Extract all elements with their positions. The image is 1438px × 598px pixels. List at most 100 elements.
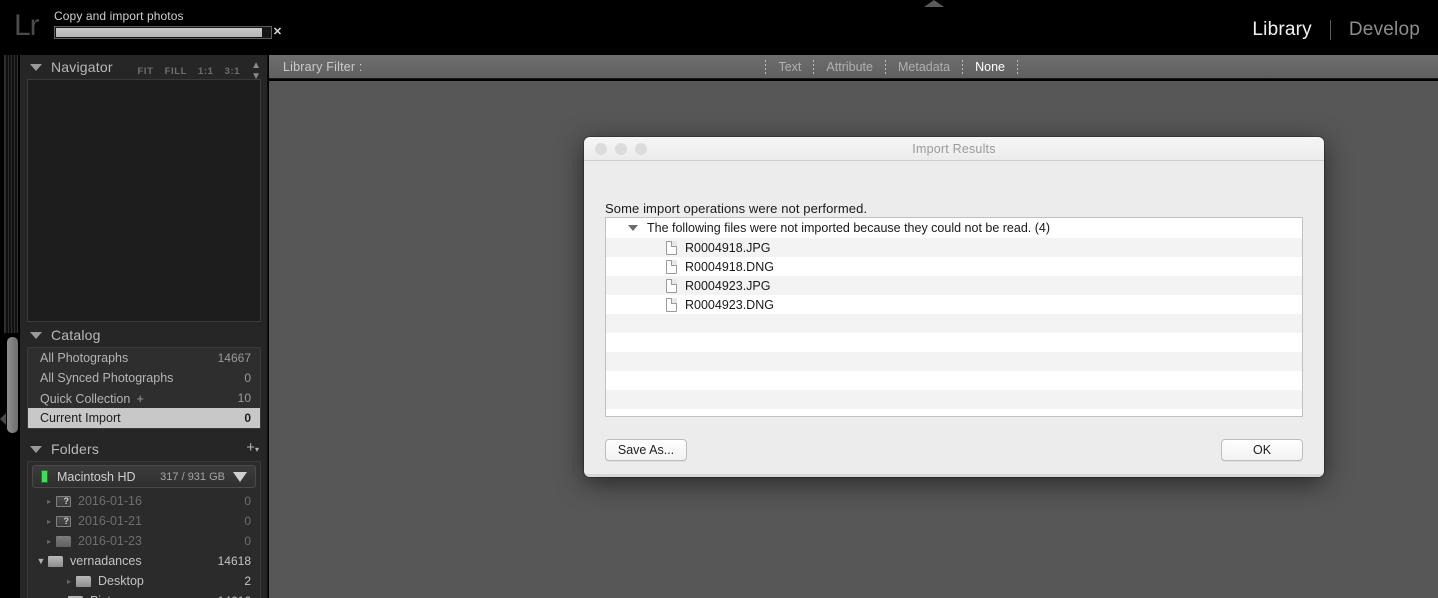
module-picker: Library Develop	[1234, 14, 1438, 46]
chevron-right-icon[interactable]: ▸	[62, 577, 76, 586]
chevron-right-icon[interactable]: ▸	[42, 517, 56, 526]
folder-icon	[48, 555, 63, 567]
zoom-fit[interactable]: FIT	[138, 66, 154, 77]
chevron-right-icon[interactable]: ▸	[42, 537, 56, 546]
library-filter-label: Library Filter :	[283, 59, 363, 74]
filter-tab-metadata[interactable]: Metadata	[886, 58, 962, 76]
left-edge-strip	[0, 55, 20, 598]
catalog-header[interactable]: Catalog	[20, 323, 268, 347]
list-filler-row	[606, 333, 1302, 352]
document-icon	[666, 278, 677, 293]
folder-label: 2016-01-21	[78, 514, 142, 528]
list-item[interactable]: R0004918.JPG	[606, 238, 1302, 257]
add-folder-plus-icon[interactable]: +▾	[246, 440, 259, 458]
folder-row[interactable]: ▸ 2016-01-21 0	[28, 511, 260, 531]
navigator-panel: Navigator FIT FILL 1:1 3:1 ▲ ▼	[20, 55, 268, 322]
catalog-item-all-photographs[interactable]: All Photographs 14667	[28, 348, 260, 368]
folder-missing-icon	[56, 495, 71, 507]
folders-panel: Folders +▾ Macintosh HD 317 / 931 GB ▸ 2…	[20, 437, 268, 598]
chevron-down-icon[interactable]: ▼	[34, 556, 48, 566]
disclosure-triangle-down-icon[interactable]	[30, 63, 42, 71]
volume-led-icon	[41, 470, 48, 483]
folder-label: Desktop	[98, 574, 144, 588]
import-results-list[interactable]: The following files were not imported be…	[605, 217, 1303, 417]
catalog-item-label: All Photographs	[40, 351, 129, 365]
left-panel-grip[interactable]	[4, 55, 18, 333]
list-item[interactable]: R0004918.DNG	[606, 257, 1302, 276]
folder-count: 0	[244, 514, 251, 528]
folder-missing-icon	[56, 515, 71, 527]
volume-name: Macintosh HD	[57, 469, 136, 484]
folders-header[interactable]: Folders +▾	[20, 437, 268, 461]
file-name: R0004923.JPG	[685, 278, 771, 293]
folder-count: 14616	[218, 594, 251, 598]
quick-collection-plus-icon[interactable]: +	[136, 391, 144, 406]
catalog-item-label: Quick Collection	[40, 391, 131, 406]
folder-label: 2016-01-23	[78, 534, 142, 548]
filter-tab-attribute[interactable]: Attribute	[814, 58, 885, 76]
chevron-right-icon[interactable]: ▸	[42, 497, 56, 506]
module-library[interactable]: Library	[1234, 15, 1329, 45]
zoom-fill[interactable]: FILL	[165, 66, 187, 77]
disclosure-triangle-down-icon[interactable]	[30, 331, 42, 339]
dialog-buttons: Save As... OK	[584, 439, 1324, 463]
folders-list: Macintosh HD 317 / 931 GB ▸ 2016-01-16 0…	[27, 461, 261, 598]
zoom-3-1[interactable]: 3:1	[225, 66, 241, 77]
dialog-titlebar[interactable]: Import Results	[584, 137, 1324, 161]
dialog-bottom-edge	[584, 474, 1324, 477]
navigator-preview[interactable]	[27, 79, 261, 322]
document-icon	[666, 297, 677, 312]
import-results-dialog: Import Results Some import operations we…	[584, 137, 1324, 477]
panel-toggle-triangle-icon[interactable]	[924, 0, 944, 7]
disclosure-triangle-down-icon[interactable]	[30, 445, 42, 453]
volume-row-macintosh-hd[interactable]: Macintosh HD 317 / 931 GB	[32, 465, 256, 488]
left-panel-collapse-arrow-icon[interactable]	[0, 413, 6, 425]
save-as-button[interactable]: Save As...	[605, 439, 687, 461]
folder-label: 2016-01-16	[78, 494, 142, 508]
library-filter-tabs: Text Attribute Metadata None	[765, 58, 1018, 76]
list-filler-row	[606, 352, 1302, 371]
lightroom-window: Lr Copy and import photos ✕ Library Deve…	[0, 0, 1438, 598]
ok-button[interactable]: OK	[1221, 439, 1303, 461]
folder-row[interactable]: ▼ vernadances 14618	[28, 551, 260, 571]
catalog-item-count: 0	[244, 411, 251, 425]
folder-row[interactable]: ▸ 2016-01-23 0	[28, 531, 260, 551]
file-name: R0004918.DNG	[685, 259, 774, 274]
import-progress-label: Copy and import photos	[54, 9, 184, 23]
catalog-item-current-import[interactable]: Current Import 0	[28, 408, 260, 428]
results-group-header[interactable]: The following files were not imported be…	[606, 218, 1302, 238]
file-name: R0004918.JPG	[685, 240, 771, 255]
folder-icon	[76, 575, 91, 587]
close-x-icon[interactable]: ✕	[271, 26, 284, 39]
list-filler-row	[606, 371, 1302, 390]
catalog-item-label: Current Import	[40, 411, 121, 425]
catalog-item-label: All Synced Photographs	[40, 371, 174, 385]
left-panel-scrollbar[interactable]	[7, 337, 18, 433]
folder-row[interactable]: ▸ 2016-01-16 0	[28, 491, 260, 511]
catalog-panel: Catalog All Photographs 14667 All Synced…	[20, 323, 268, 429]
folder-row[interactable]: ▸ Desktop 2	[28, 571, 260, 591]
list-filler-row	[606, 409, 1302, 416]
navigator-header[interactable]: Navigator FIT FILL 1:1 3:1 ▲ ▼	[20, 55, 268, 82]
lightroom-logo: Lr	[14, 9, 40, 42]
filter-tab-text[interactable]: Text	[766, 58, 813, 76]
library-filter-bar: Library Filter : Text Attribute Metadata…	[269, 55, 1438, 79]
folder-row[interactable]: ▼ Pictures 14616	[28, 591, 260, 598]
catalog-item-count: 10	[237, 391, 251, 405]
list-item[interactable]: R0004923.DNG	[606, 295, 1302, 314]
results-group-label: The following files were not imported be…	[647, 221, 1051, 235]
filter-separator	[1017, 59, 1018, 74]
catalog-list: All Photographs 14667 All Synced Photogr…	[27, 347, 261, 429]
catalog-item-count: 14667	[217, 351, 251, 365]
module-develop[interactable]: Develop	[1331, 15, 1438, 45]
catalog-item-quick-collection[interactable]: Quick Collection + 10	[28, 388, 260, 408]
disclosure-triangle-down-icon[interactable]	[628, 225, 638, 231]
zoom-1-1[interactable]: 1:1	[198, 66, 214, 77]
folder-label: vernadances	[70, 554, 142, 568]
filter-tab-none[interactable]: None	[963, 58, 1017, 76]
left-panel: Navigator FIT FILL 1:1 3:1 ▲ ▼ Catalog Al…	[20, 55, 268, 598]
folders-title: Folders	[51, 441, 100, 457]
volume-triangle-icon[interactable]	[233, 471, 247, 482]
catalog-item-all-synced-photographs[interactable]: All Synced Photographs 0	[28, 368, 260, 388]
list-item[interactable]: R0004923.JPG	[606, 276, 1302, 295]
